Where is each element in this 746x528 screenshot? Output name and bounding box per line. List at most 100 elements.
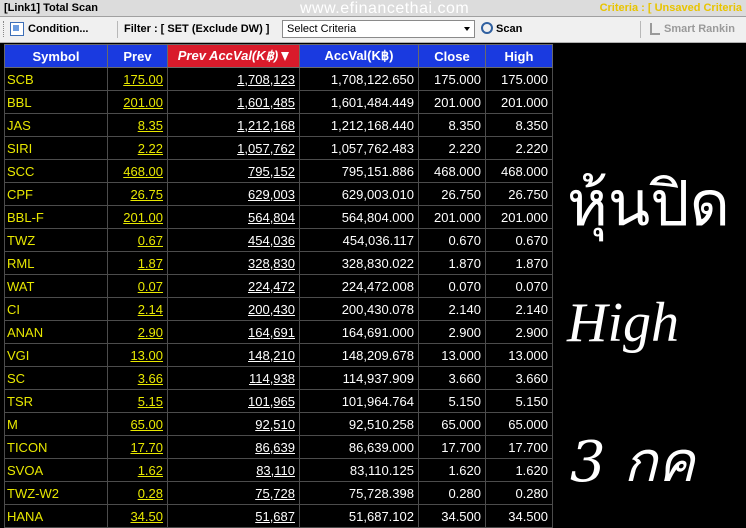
table-row[interactable]: HANA 34.50 51,687 51,687.102 34.500 34.500 — [4, 504, 553, 528]
col-header-accval[interactable]: AccVal(K฿) — [299, 44, 419, 68]
cell-symbol: CI — [4, 297, 108, 321]
cell-symbol: SC — [4, 366, 108, 390]
table-row[interactable]: CI 2.14 200,430 200,430.078 2.140 2.140 — [4, 297, 553, 321]
cell-prev[interactable]: 175.00 — [107, 67, 168, 91]
cell-symbol: CPF — [4, 182, 108, 206]
cell-prev[interactable]: 0.67 — [107, 228, 168, 252]
scan-button[interactable]: Scan — [481, 20, 522, 39]
cell-symbol: SIRI — [4, 136, 108, 160]
cell-prev-accval[interactable]: 164,691 — [167, 320, 300, 344]
cell-prev-accval[interactable]: 83,110 — [167, 458, 300, 482]
cell-prev-accval[interactable]: 1,708,123 — [167, 67, 300, 91]
table-row[interactable]: CPF 26.75 629,003 629,003.010 26.750 26.750 — [4, 182, 553, 206]
cell-accval: 564,804.000 — [299, 205, 419, 229]
table-row[interactable]: RML 1.87 328,830 328,830.022 1.870 1.870 — [4, 251, 553, 275]
table-row[interactable]: WAT 0.07 224,472 224,472.008 0.070 0.070 — [4, 274, 553, 298]
cell-close: 3.660 — [418, 366, 486, 390]
cell-prev[interactable]: 1.87 — [107, 251, 168, 275]
cell-prev[interactable]: 2.90 — [107, 320, 168, 344]
cell-prev[interactable]: 8.35 — [107, 113, 168, 137]
cell-prev-accval[interactable]: 1,212,168 — [167, 113, 300, 137]
cell-prev[interactable]: 3.66 — [107, 366, 168, 390]
cell-prev-accval[interactable]: 148,210 — [167, 343, 300, 367]
cell-close: 0.070 — [418, 274, 486, 298]
table-row[interactable]: ANAN 2.90 164,691 164,691.000 2.900 2.900 — [4, 320, 553, 344]
cell-close: 17.700 — [418, 435, 486, 459]
table-row[interactable]: TSR 5.15 101,965 101,964.764 5.150 5.150 — [4, 389, 553, 413]
cell-prev-accval[interactable]: 1,601,485 — [167, 90, 300, 114]
table-row[interactable]: SCC 468.00 795,152 795,151.886 468.000 468.00… — [4, 159, 553, 183]
cell-prev-accval[interactable]: 224,472 — [167, 274, 300, 298]
cell-accval: 86,639.000 — [299, 435, 419, 459]
cell-prev[interactable]: 2.14 — [107, 297, 168, 321]
cell-prev-accval[interactable]: 51,687 — [167, 504, 300, 528]
cell-prev-accval[interactable]: 86,639 — [167, 435, 300, 459]
cell-accval: 114,937.909 — [299, 366, 419, 390]
table-row[interactable]: JAS 8.35 1,212,168 1,212,168.440 8.350 8.350 — [4, 113, 553, 137]
condition-button[interactable]: Condition... — [10, 20, 88, 39]
criteria-label: Criteria : [ Unsaved Criteria — [599, 2, 742, 14]
cell-prev-accval[interactable]: 101,965 — [167, 389, 300, 413]
cell-prev-accval[interactable]: 629,003 — [167, 182, 300, 206]
smart-ranking-button[interactable]: Smart Rankin — [650, 20, 735, 39]
table-row[interactable]: SIRI 2.22 1,057,762 1,057,762.483 2.220 2.220 — [4, 136, 553, 160]
cell-prev[interactable]: 65.00 — [107, 412, 168, 436]
table-row[interactable]: SVOA 1.62 83,110 83,110.125 1.620 1.620 — [4, 458, 553, 482]
criteria-select[interactable]: Select Criteria — [282, 20, 475, 38]
cell-prev-accval[interactable]: 200,430 — [167, 297, 300, 321]
cell-close: 1.620 — [418, 458, 486, 482]
table-row[interactable]: BBL-F 201.00 564,804 564,804.000 201.000 201.… — [4, 205, 553, 229]
cell-prev[interactable]: 1.62 — [107, 458, 168, 482]
col-header-close[interactable]: Close — [418, 44, 486, 68]
cell-close: 175.000 — [418, 67, 486, 91]
cell-prev-accval[interactable]: 75,728 — [167, 481, 300, 505]
cell-accval: 629,003.010 — [299, 182, 419, 206]
table-row[interactable]: SCB 175.00 1,708,123 1,708,122.650 175.000 17… — [4, 67, 553, 91]
cell-prev-accval[interactable]: 795,152 — [167, 159, 300, 183]
cell-prev[interactable]: 201.00 — [107, 205, 168, 229]
cell-prev[interactable]: 2.22 — [107, 136, 168, 160]
cell-prev[interactable]: 34.50 — [107, 504, 168, 528]
cell-prev[interactable]: 26.75 — [107, 182, 168, 206]
cell-high: 2.900 — [485, 320, 553, 344]
table-header-row: Symbol Prev Prev AccVal(K฿) AccVal(K฿) C… — [4, 44, 553, 68]
table-row[interactable]: SC 3.66 114,938 114,937.909 3.660 3.660 — [4, 366, 553, 390]
cell-prev[interactable]: 468.00 — [107, 159, 168, 183]
cell-prev[interactable]: 0.07 — [107, 274, 168, 298]
toolbar-grip[interactable] — [3, 21, 7, 37]
cell-symbol: TICON — [4, 435, 108, 459]
table-row[interactable]: VGI 13.00 148,210 148,209.678 13.000 13.000 — [4, 343, 553, 367]
cell-prev[interactable]: 0.28 — [107, 481, 168, 505]
cell-accval: 224,472.008 — [299, 274, 419, 298]
cell-prev-accval[interactable]: 114,938 — [167, 366, 300, 390]
smart-ranking-icon — [650, 23, 660, 36]
cell-accval: 164,691.000 — [299, 320, 419, 344]
cell-prev-accval[interactable]: 1,057,762 — [167, 136, 300, 160]
cell-high: 13.000 — [485, 343, 553, 367]
col-header-symbol[interactable]: Symbol — [4, 44, 108, 68]
cell-prev[interactable]: 201.00 — [107, 90, 168, 114]
cell-prev[interactable]: 13.00 — [107, 343, 168, 367]
table-row[interactable]: BBL 201.00 1,601,485 1,601,484.449 201.000 20… — [4, 90, 553, 114]
table-row[interactable]: M 65.00 92,510 92,510.258 65.000 65.000 — [4, 412, 553, 436]
cell-accval: 51,687.102 — [299, 504, 419, 528]
cell-prev-accval[interactable]: 328,830 — [167, 251, 300, 275]
cell-prev-accval[interactable]: 454,036 — [167, 228, 300, 252]
table-row[interactable]: TWZ-W2 0.28 75,728 75,728.398 0.280 0.280 — [4, 481, 553, 505]
col-header-prev[interactable]: Prev — [107, 44, 168, 68]
cell-accval: 1,212,168.440 — [299, 113, 419, 137]
cell-prev-accval[interactable]: 564,804 — [167, 205, 300, 229]
cell-symbol: M — [4, 412, 108, 436]
chevron-down-icon — [464, 27, 470, 31]
cell-high: 2.140 — [485, 297, 553, 321]
cell-prev-accval[interactable]: 92,510 — [167, 412, 300, 436]
table-row[interactable]: TWZ 0.67 454,036 454,036.117 0.670 0.670 — [4, 228, 553, 252]
table-row[interactable]: TICON 17.70 86,639 86,639.000 17.700 17.700 — [4, 435, 553, 459]
cell-close: 2.900 — [418, 320, 486, 344]
cell-prev[interactable]: 5.15 — [107, 389, 168, 413]
col-header-high[interactable]: High — [485, 44, 553, 68]
col-header-prev-accval[interactable]: Prev AccVal(K฿) — [167, 44, 300, 68]
cell-prev[interactable]: 17.70 — [107, 435, 168, 459]
cell-symbol: TWZ-W2 — [4, 481, 108, 505]
filter-label[interactable]: Filter : [ SET (Exclude DW) ] — [124, 20, 269, 39]
